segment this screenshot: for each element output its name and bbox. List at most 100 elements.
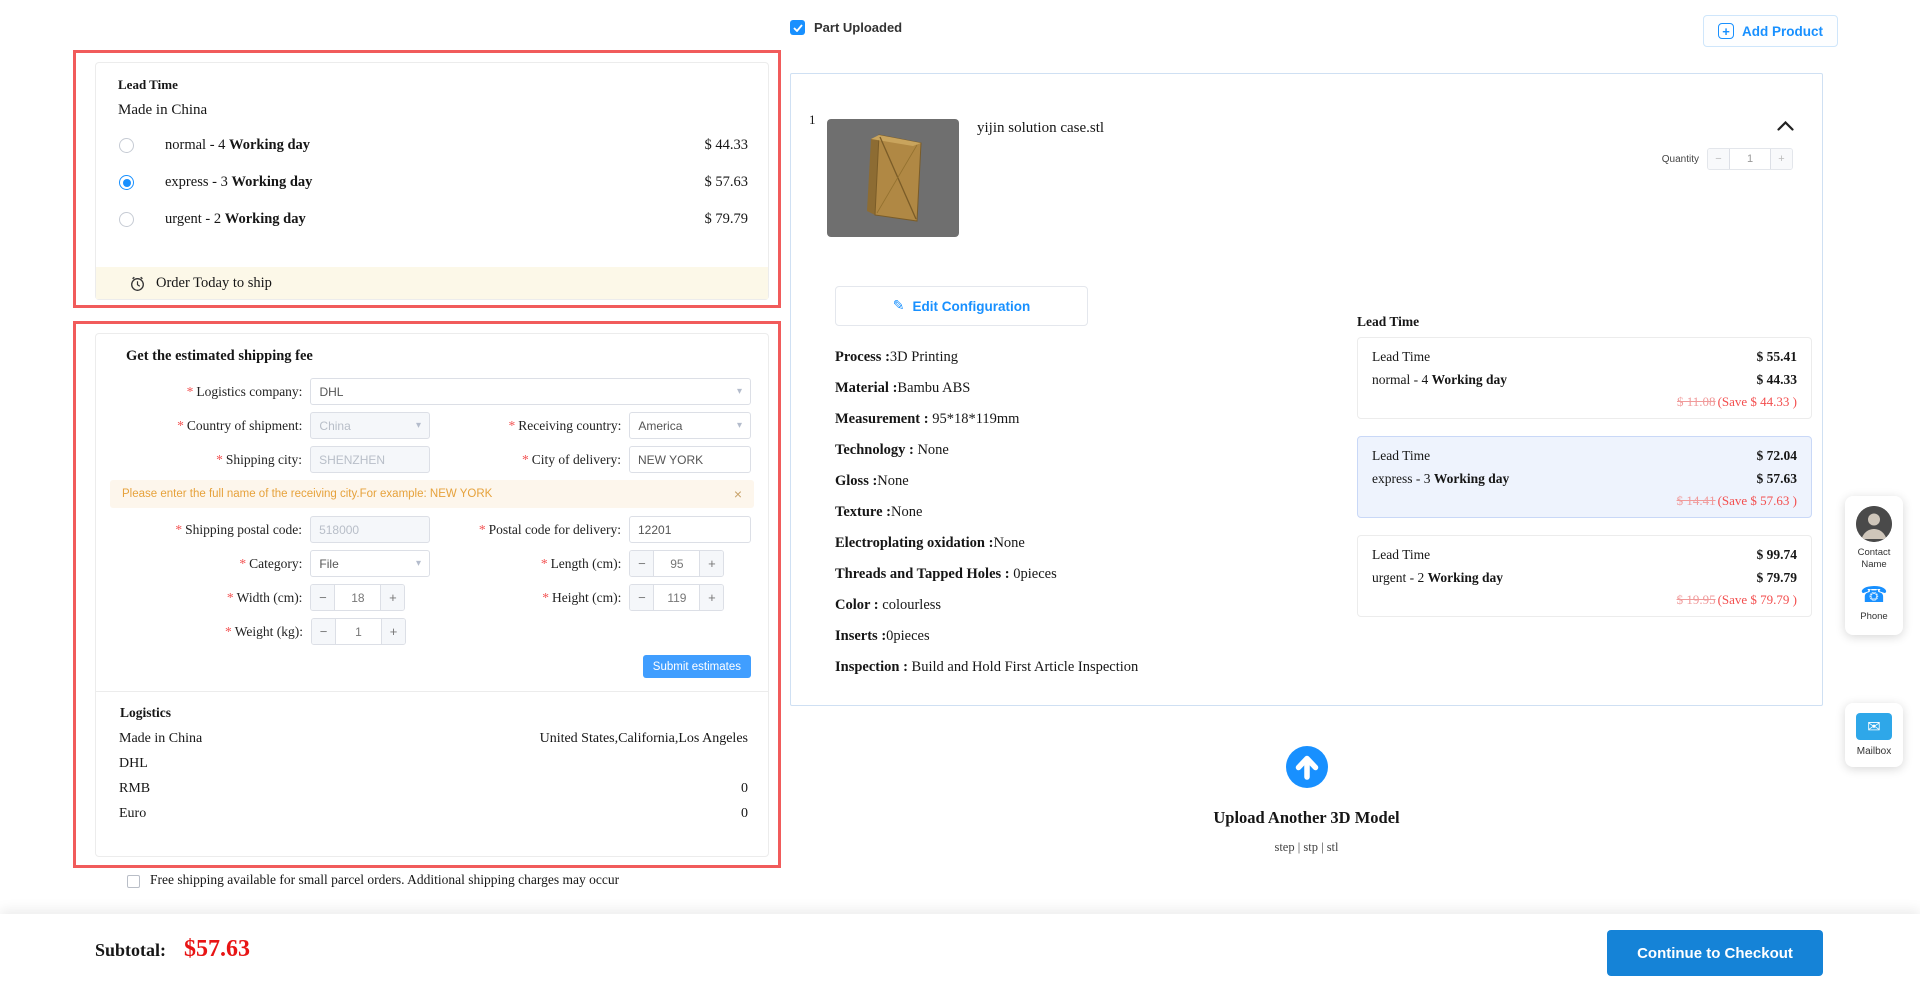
subtotal: Subtotal: $57.63 xyxy=(95,936,250,963)
length-value: 95 xyxy=(654,551,699,576)
mailbox-widget[interactable]: ✉ Mailbox xyxy=(1845,703,1903,767)
spec-row: Texture :None xyxy=(835,497,1325,528)
required-asterisk: * xyxy=(216,452,223,467)
add-product-button[interactable]: + Add Product xyxy=(1703,15,1838,47)
spec-value: None xyxy=(891,504,922,520)
lead-option-label: normal - 4 Working day xyxy=(165,137,310,154)
logistics-amount: 0 xyxy=(741,781,748,797)
height-stepper[interactable]: − 119 + xyxy=(629,584,724,611)
increase-button[interactable]: + xyxy=(381,619,405,644)
city-of-delivery-input[interactable] xyxy=(629,446,751,473)
close-icon[interactable]: × xyxy=(734,486,742,502)
warning-text: Please enter the full name of the receiv… xyxy=(122,488,492,500)
add-product-label: Add Product xyxy=(1742,24,1823,39)
lead-time-title: Lead Time xyxy=(118,77,768,93)
spec-value: Build and Hold First Article Inspection xyxy=(912,659,1139,675)
width-stepper[interactable]: − 18 + xyxy=(310,584,405,611)
lead-time-cards: Lead Time$ 55.41 normal - 4 Working day$… xyxy=(1357,337,1812,634)
lead-option-normal[interactable]: normal - 4 Working day $ 44.33 xyxy=(96,127,768,164)
country-of-shipment-select[interactable]: China ▾ xyxy=(310,412,430,439)
logistics-currency: RMB xyxy=(119,781,150,797)
receiving-country-select[interactable]: America ▾ xyxy=(629,412,751,439)
radio-unchecked[interactable] xyxy=(119,212,134,227)
spec-value: 3D Printing xyxy=(890,349,958,365)
decrease-button[interactable]: − xyxy=(630,551,654,576)
decrease-button[interactable]: − xyxy=(311,585,335,610)
form-row: *Shipping postal code: *Postal code for … xyxy=(136,516,751,543)
spec-label: Inserts : xyxy=(835,628,886,644)
edit-configuration-button[interactable]: ✎ Edit Configuration xyxy=(835,286,1088,326)
avatar[interactable] xyxy=(1856,506,1892,542)
free-shipping-checkbox[interactable] xyxy=(127,875,140,888)
spec-value: Bambu ABS xyxy=(897,380,970,396)
shipping-postal-input[interactable] xyxy=(310,516,430,543)
increase-button[interactable]: + xyxy=(699,551,723,576)
increase-button[interactable]: + xyxy=(380,585,404,610)
radio-unchecked[interactable] xyxy=(119,138,134,153)
height-value: 119 xyxy=(654,585,699,610)
city-of-delivery-label: *City of delivery: xyxy=(430,452,629,468)
chevron-down-icon: ▾ xyxy=(416,558,421,569)
logistics-row: Euro 0 xyxy=(119,806,748,822)
order-today-note: Order Today to ship xyxy=(96,267,768,299)
shipping-city-input[interactable] xyxy=(310,446,430,473)
lead-card-urgent[interactable]: Lead Time$ 99.74 urgent - 2 Working day$… xyxy=(1357,535,1812,617)
logistics-destination: United States,California,Los Angeles xyxy=(540,731,748,747)
category-select[interactable]: File ▾ xyxy=(310,550,430,577)
required-asterisk: * xyxy=(177,418,184,433)
lead-card-express[interactable]: Lead Time$ 72.04 express - 3 Working day… xyxy=(1357,436,1812,518)
subtotal-label: Subtotal: xyxy=(95,940,166,961)
spec-value: 0pieces xyxy=(1013,566,1056,582)
contact-label[interactable]: Contact Name xyxy=(1848,547,1900,571)
radio-checked[interactable] xyxy=(119,175,134,190)
quantity-stepper[interactable]: − 1 + xyxy=(1707,148,1793,170)
decrease-button[interactable]: − xyxy=(312,619,336,644)
chevron-down-icon: ▾ xyxy=(416,420,421,431)
model-thumbnail[interactable] xyxy=(827,119,959,237)
lead-option-express[interactable]: express - 3 Working day $ 57.63 xyxy=(96,164,768,201)
logistics-carrier: DHL xyxy=(119,756,148,772)
decrease-button[interactable]: − xyxy=(1708,149,1730,169)
spec-label: Inspection : xyxy=(835,659,912,675)
delivery-postal-input[interactable] xyxy=(629,516,751,543)
collapse-chevron-up-icon[interactable] xyxy=(1777,118,1794,136)
pencil-icon: ✎ xyxy=(893,298,905,315)
logistics-row: Made in China United States,California,L… xyxy=(119,731,748,747)
phone-label[interactable]: Phone xyxy=(1860,611,1887,623)
part-uploaded-checkbox[interactable] xyxy=(790,20,805,35)
required-asterisk: * xyxy=(175,522,182,537)
save-amount: (Save $ 44.33 ) xyxy=(1718,394,1797,410)
checkout-bar: Subtotal: $57.63 Continue to Checkout xyxy=(0,914,1920,993)
spec-label: Color : xyxy=(835,597,882,613)
lead-card-normal[interactable]: Lead Time$ 55.41 normal - 4 Working day$… xyxy=(1357,337,1812,419)
quantity-label: Quantity xyxy=(1662,154,1699,165)
spec-label: Process : xyxy=(835,349,890,365)
original-price: $ 11.08 xyxy=(1677,394,1716,410)
decrease-button[interactable]: − xyxy=(630,585,654,610)
weight-stepper[interactable]: − 1 + xyxy=(311,618,406,645)
receiving-country-label: *Receiving country: xyxy=(430,418,629,434)
product-index: 1 xyxy=(809,112,816,128)
original-price: $ 19.95 xyxy=(1677,592,1716,608)
spec-row: Threads and Tapped Holes : 0pieces xyxy=(835,559,1325,590)
height-label: *Height (cm): xyxy=(430,590,629,606)
select-value: DHL xyxy=(319,385,343,399)
spec-label: Technology : xyxy=(835,442,917,458)
increase-button[interactable]: + xyxy=(699,585,723,610)
original-price: $ 14.41 xyxy=(1677,493,1716,509)
length-stepper[interactable]: − 95 + xyxy=(629,550,724,577)
weight-value: 1 xyxy=(336,619,381,644)
logistics-origin: Made in China xyxy=(119,731,202,747)
logistics-company-select[interactable]: DHL ▾ xyxy=(310,378,751,405)
phone-icon[interactable]: ☎ xyxy=(1860,584,1887,606)
submit-estimates-button[interactable]: Submit estimates xyxy=(643,655,751,678)
alarm-clock-icon xyxy=(129,275,146,292)
increase-button[interactable]: + xyxy=(1770,149,1792,169)
shipping-fee-title: Get the estimated shipping fee xyxy=(126,348,768,365)
continue-to-checkout-button[interactable]: Continue to Checkout xyxy=(1607,930,1823,976)
check-icon xyxy=(793,24,803,32)
lead-option-urgent[interactable]: urgent - 2 Working day $ 79.79 xyxy=(96,201,768,238)
divider xyxy=(96,691,768,692)
upload-another-model[interactable]: Upload Another 3D Model step | stp | stl xyxy=(790,744,1823,855)
spec-list: Process :3D Printing Material :Bambu ABS… xyxy=(835,342,1325,683)
